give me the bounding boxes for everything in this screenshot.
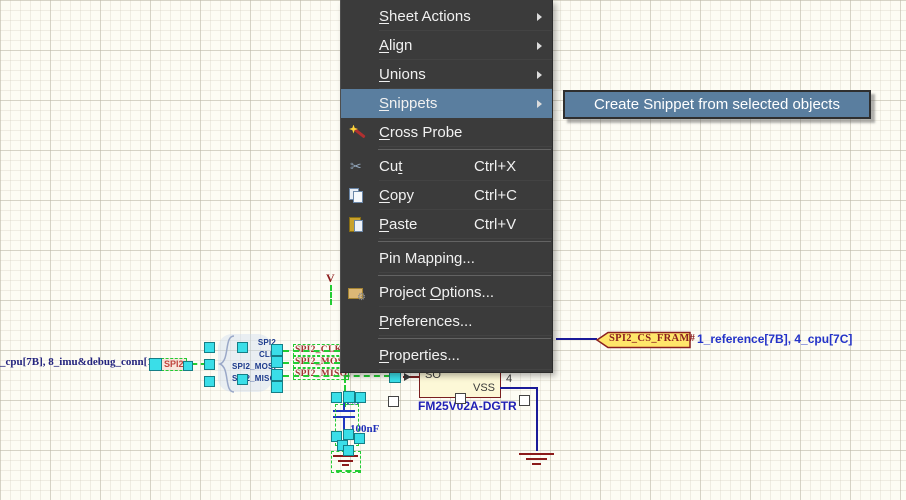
menu-item-label: Properties... (379, 347, 548, 364)
icon-slot (348, 314, 370, 330)
copy-icon (348, 188, 364, 204)
pin-name-vss: VSS (473, 382, 495, 394)
selection-handle[interactable] (237, 342, 248, 353)
selection-handle[interactable] (183, 361, 193, 371)
menu-item-label: Project Options... (379, 284, 548, 301)
menu-item-label: Pin Mapping... (379, 250, 548, 267)
menu-item-label: Snippets (379, 95, 548, 112)
icon-slot (348, 9, 370, 25)
wire-vss-v[interactable] (536, 387, 538, 451)
power-port-text[interactable]: V (326, 271, 335, 286)
cross-probe-wand-icon (349, 125, 365, 141)
menu-item-label: Copy (379, 187, 474, 204)
wire-selected-miso[interactable] (283, 375, 390, 377)
menu-item-label: Sheet Actions (379, 8, 548, 25)
ground-symbol-vss[interactable] (519, 453, 554, 455)
menu-item-label: Cross Probe (379, 124, 548, 141)
selection-handle[interactable] (388, 396, 399, 407)
pin-number-4: 4 (506, 373, 512, 385)
schematic-canvas[interactable]: _cpu[7B], 8_imu&debug_conn[1B SPI2 CLK S… (0, 0, 906, 500)
menu-item-project-options[interactable]: Project Options... (341, 278, 552, 307)
wire-vss-h[interactable] (500, 387, 537, 389)
menu-item-cut[interactable]: Cut Ctrl+X (341, 152, 552, 181)
menu-item-preferences[interactable]: Preferences... (341, 307, 552, 336)
icon-slot (348, 67, 370, 83)
submenu-arrow-icon (537, 13, 542, 21)
wire-selected-mosi[interactable] (283, 362, 340, 364)
ground-symbol-vss-bar3 (532, 463, 541, 465)
menu-item-paste[interactable]: Paste Ctrl+V (341, 210, 552, 239)
menu-shortcut: Ctrl+V (474, 216, 548, 233)
selection-handle[interactable] (355, 392, 366, 403)
menu-item-unions[interactable]: Unions (341, 60, 552, 89)
menu-item-sheet-actions[interactable]: Sheet Actions (341, 2, 552, 31)
selection-handle[interactable] (354, 433, 365, 444)
icon-slot (348, 251, 370, 267)
selection-handle[interactable] (343, 429, 354, 440)
menu-item-cross-probe[interactable]: Cross Probe (341, 118, 552, 147)
menu-item-label: Align (379, 37, 548, 54)
selection-handle[interactable] (331, 392, 342, 403)
net-reference-text-right[interactable]: 1_reference[7B], 4_cpu[7C] (697, 332, 852, 346)
menu-shortcut: Ctrl+X (474, 158, 548, 175)
menu-item-label: Cut (379, 158, 474, 175)
menu-item-copy[interactable]: Copy Ctrl+C (341, 181, 552, 210)
icon-slot (348, 159, 370, 175)
pin-so-arrow-icon (404, 373, 411, 381)
menu-item-label: Preferences... (379, 313, 548, 330)
wire-selected-power[interactable] (330, 285, 332, 305)
submenu-item-create-snippet[interactable]: Create Snippet from selected objects (563, 90, 871, 119)
selection-handle[interactable] (149, 358, 162, 371)
selection-handle[interactable] (271, 344, 283, 356)
wire-selected-clk[interactable] (283, 350, 340, 352)
selection-handle[interactable] (204, 342, 215, 353)
scissors-icon (350, 158, 362, 174)
folder-gear-icon (348, 285, 366, 301)
part-number-text[interactable]: FM25V02A-DGTR (418, 399, 517, 413)
port-spi2-cs-fram[interactable]: SPI2_CS_FRAM# (595, 331, 692, 349)
icon-slot (348, 348, 370, 364)
selection-handle[interactable] (237, 374, 248, 385)
port-label: SPI2_CS_FRAM# (609, 333, 695, 344)
submenu-arrow-icon (537, 100, 542, 108)
wire-to-port[interactable] (556, 338, 597, 340)
selection-handle[interactable] (455, 393, 466, 404)
icon-slot (348, 285, 370, 301)
ground-symbol-vss-bar2 (526, 458, 547, 460)
selection-handle[interactable] (271, 381, 283, 393)
icon-slot (348, 96, 370, 112)
menu-item-properties[interactable]: Properties... (341, 341, 552, 370)
menu-item-pin-mapping[interactable]: Pin Mapping... (341, 244, 552, 273)
icon-slot (348, 217, 370, 233)
selection-handle[interactable] (204, 359, 215, 370)
icon-slot (348, 188, 370, 204)
context-menu: Sheet Actions Align Unions Snippets Cros… (340, 0, 553, 373)
menu-item-label: Unions (379, 66, 548, 83)
paste-icon (349, 217, 365, 233)
selection-handle[interactable] (343, 391, 355, 403)
submenu-arrow-icon (537, 71, 542, 79)
icon-slot (348, 125, 370, 141)
submenu-arrow-icon (537, 42, 542, 50)
icon-slot (348, 38, 370, 54)
menu-item-align[interactable]: Align (341, 31, 552, 60)
menu-item-label: Paste (379, 216, 474, 233)
selection-handle[interactable] (271, 369, 283, 381)
net-reference-text-left[interactable]: _cpu[7B], 8_imu&debug_conn[1B (0, 356, 160, 368)
menu-item-snippets[interactable]: Snippets (341, 89, 552, 118)
menu-shortcut: Ctrl+C (474, 187, 548, 204)
selection-handle[interactable] (343, 445, 354, 456)
selection-handle[interactable] (271, 356, 283, 368)
selection-handle[interactable] (519, 395, 530, 406)
selection-handle[interactable] (204, 376, 215, 387)
